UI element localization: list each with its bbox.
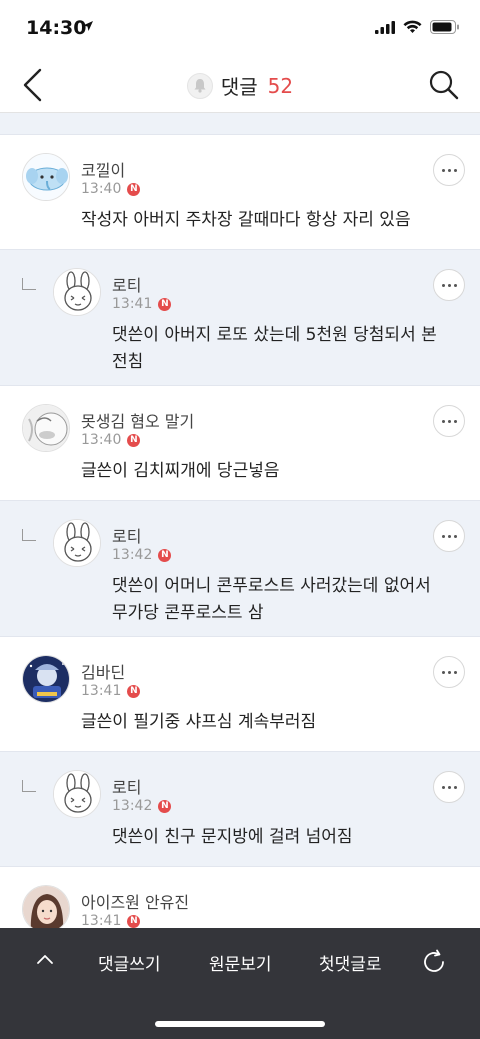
more-options-button[interactable]: [433, 154, 465, 186]
comment-time: 13:40: [81, 181, 122, 197]
comment-list: 코낄이 13:40 N 작성자 아버지 주차장 갈때마다 항상 자리 있음 로티…: [0, 113, 480, 928]
more-options-button[interactable]: [433, 771, 465, 803]
list-item: 코낄이 13:40 N 작성자 아버지 주차장 갈때마다 항상 자리 있음: [0, 135, 480, 250]
location-arrow-icon: [83, 21, 93, 31]
comment-meta: 13:42 N: [112, 547, 172, 563]
comment-time: 13:42: [112, 547, 153, 563]
comment-text: 댓쓴이 어머니 콘푸로스트 사러갔는데 없어서 무가당 콘푸로스트 삼: [112, 576, 431, 623]
avatar[interactable]: [53, 268, 101, 316]
wifi-icon: [403, 20, 422, 33]
comment-text: 작성자 아버지 주차장 갈때마다 항상 자리 있음: [81, 210, 411, 230]
header-title-group: 댓글 52: [0, 71, 480, 100]
avatar[interactable]: [22, 885, 70, 928]
comment-time: 13:41: [81, 683, 122, 699]
search-icon[interactable]: [428, 69, 460, 101]
signal-icon: [375, 20, 395, 34]
new-badge: N: [127, 684, 141, 698]
list-item: 김바딘 13:41 N 글쓴이 필기중 샤프심 계속부러짐: [0, 637, 480, 752]
comment-meta: 13:41 N: [81, 913, 141, 928]
comments-header: 댓글 52: [0, 56, 480, 113]
reply-indicator-icon: [22, 278, 36, 290]
new-badge: N: [158, 297, 172, 311]
refresh-icon[interactable]: [420, 948, 448, 976]
list-item: 아이즈원 안유진 13:41 N: [0, 867, 480, 928]
list-item-reply: 로티 13:42 N 댓쓴이 친구 문지방에 걸려 넘어짐: [0, 752, 480, 867]
avatar[interactable]: [53, 519, 101, 567]
view-original-button[interactable]: 원문보기: [209, 950, 272, 975]
scroll-up-chevron-icon[interactable]: [36, 952, 54, 966]
reply-indicator-icon: [22, 529, 36, 541]
battery-icon: [430, 20, 459, 34]
list-item-reply: 로티 13:42 N 댓쓴이 어머니 콘푸로스트 사러갔는데 없어서 무가당 콘…: [0, 501, 480, 637]
more-options-button[interactable]: [433, 269, 465, 301]
page-title: 댓글: [220, 75, 258, 99]
first-comment-button[interactable]: 첫댓글로: [319, 950, 382, 975]
comment-author[interactable]: 김바딘: [81, 659, 125, 683]
comment-count: 52: [267, 73, 294, 98]
comment-author[interactable]: 아이즈원 안유진: [81, 889, 189, 913]
comment-time: 13:41: [112, 296, 153, 312]
write-comment-button[interactable]: 댓글쓰기: [98, 950, 161, 975]
comment-meta: 13:42 N: [112, 798, 172, 814]
comment-meta: 13:41 N: [81, 683, 141, 699]
comment-text: 글쓴이 김치찌개에 당근넣음: [81, 461, 280, 481]
comment-text: 댓쓴이 친구 문지방에 걸려 넘어짐: [112, 827, 353, 847]
more-options-button[interactable]: [433, 656, 465, 688]
comment-meta: 13:41 N: [112, 296, 172, 312]
new-badge: N: [127, 914, 141, 928]
comment-text: 글쓴이 필기중 샤프심 계속부러짐: [81, 712, 317, 732]
new-badge: N: [158, 548, 172, 562]
list-item: 못생김 혐오 말기 13:40 N 글쓴이 김치찌개에 당근넣음: [0, 386, 480, 501]
previous-comment-stub: [0, 113, 480, 135]
reply-indicator-icon: [22, 780, 36, 792]
new-badge: N: [158, 799, 172, 813]
more-options-button[interactable]: [433, 405, 465, 437]
new-badge: N: [127, 433, 141, 447]
comment-author[interactable]: 로티: [112, 774, 141, 798]
avatar[interactable]: [22, 655, 70, 703]
avatar[interactable]: [22, 404, 70, 452]
comment-time: 13:40: [81, 432, 122, 448]
comment-author[interactable]: 로티: [112, 272, 141, 296]
comment-author[interactable]: 못생김 혐오 말기: [81, 408, 194, 432]
comment-meta: 13:40 N: [81, 432, 141, 448]
list-item-reply: 로티 13:41 N 댓쓴이 아버지 로또 샀는데 5천원 당첨되서 본전침: [0, 250, 480, 386]
comment-text: 댓쓴이 아버지 로또 샀는데 5천원 당첨되서 본전침: [112, 325, 437, 372]
comment-time: 13:41: [81, 913, 122, 928]
avatar[interactable]: [53, 770, 101, 818]
status-bar: 14:30: [0, 0, 480, 56]
avatar[interactable]: [22, 153, 70, 201]
notification-bell-icon[interactable]: [186, 72, 213, 99]
more-options-button[interactable]: [433, 520, 465, 552]
status-time: 14:30: [26, 17, 87, 39]
home-indicator: [155, 1021, 325, 1027]
comment-meta: 13:40 N: [81, 181, 141, 197]
status-icons: [375, 20, 460, 34]
comment-time: 13:42: [112, 798, 153, 814]
comment-author[interactable]: 로티: [112, 523, 141, 547]
new-badge: N: [127, 182, 141, 196]
comment-author[interactable]: 코낄이: [81, 157, 125, 181]
